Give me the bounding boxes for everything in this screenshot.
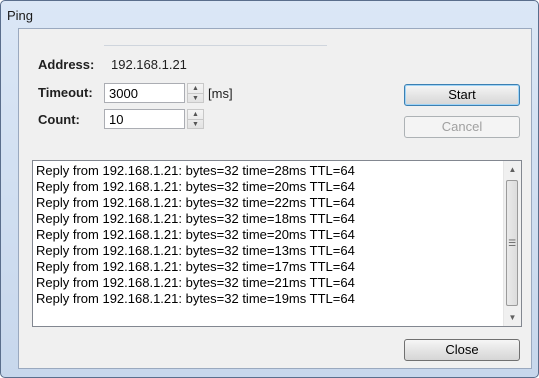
spin-down-icon[interactable]: ▼ [188, 119, 203, 129]
spin-up-icon[interactable]: ▲ [188, 84, 203, 93]
output-line: Reply from 192.168.1.21: bytes=32 time=2… [36, 227, 355, 242]
ping-window: Ping Address: 192.168.1.21 Timeout: 3000… [0, 0, 539, 378]
output-line: Reply from 192.168.1.21: bytes=32 time=2… [36, 163, 355, 178]
dialog-client-area: Address: 192.168.1.21 Timeout: 3000 ▲ ▼ … [18, 28, 532, 369]
start-button[interactable]: Start [404, 84, 520, 106]
scroll-grip-icon: ☰ [507, 237, 517, 248]
output-line: Reply from 192.168.1.21: bytes=32 time=1… [36, 259, 355, 274]
output-line: Reply from 192.168.1.21: bytes=32 time=2… [36, 275, 355, 290]
close-button[interactable]: Close [404, 339, 520, 361]
timeout-spinner[interactable]: ▲ ▼ [187, 83, 204, 103]
output-line: Reply from 192.168.1.21: bytes=32 time=1… [36, 291, 355, 306]
ping-output-list[interactable]: Reply from 192.168.1.21: bytes=32 time=2… [32, 160, 522, 327]
output-line: Reply from 192.168.1.21: bytes=32 time=1… [36, 211, 355, 226]
timeout-unit: [ms] [208, 86, 233, 101]
output-line: Reply from 192.168.1.21: bytes=32 time=1… [36, 243, 355, 258]
address-group-line [104, 45, 327, 46]
output-lines: Reply from 192.168.1.21: bytes=32 time=2… [36, 163, 355, 307]
scroll-thumb[interactable]: ☰ [506, 180, 518, 306]
scroll-down-icon[interactable]: ▼ [504, 309, 521, 326]
cancel-button[interactable]: Cancel [404, 116, 520, 138]
address-value[interactable]: 192.168.1.21 [111, 57, 187, 72]
count-input[interactable]: 10 [104, 109, 185, 129]
count-label: Count: [38, 112, 80, 127]
output-line: Reply from 192.168.1.21: bytes=32 time=2… [36, 179, 355, 194]
spin-down-icon[interactable]: ▼ [188, 93, 203, 103]
count-spinner[interactable]: ▲ ▼ [187, 109, 204, 129]
timeout-label: Timeout: [38, 85, 93, 100]
window-title: Ping [7, 8, 34, 23]
output-line: Reply from 192.168.1.21: bytes=32 time=2… [36, 195, 355, 210]
address-label: Address: [38, 57, 95, 72]
timeout-input[interactable]: 3000 [104, 83, 185, 103]
vertical-scrollbar[interactable]: ▲ ☰ ▼ [503, 161, 521, 326]
scroll-up-icon[interactable]: ▲ [504, 161, 521, 178]
spin-up-icon[interactable]: ▲ [188, 110, 203, 119]
